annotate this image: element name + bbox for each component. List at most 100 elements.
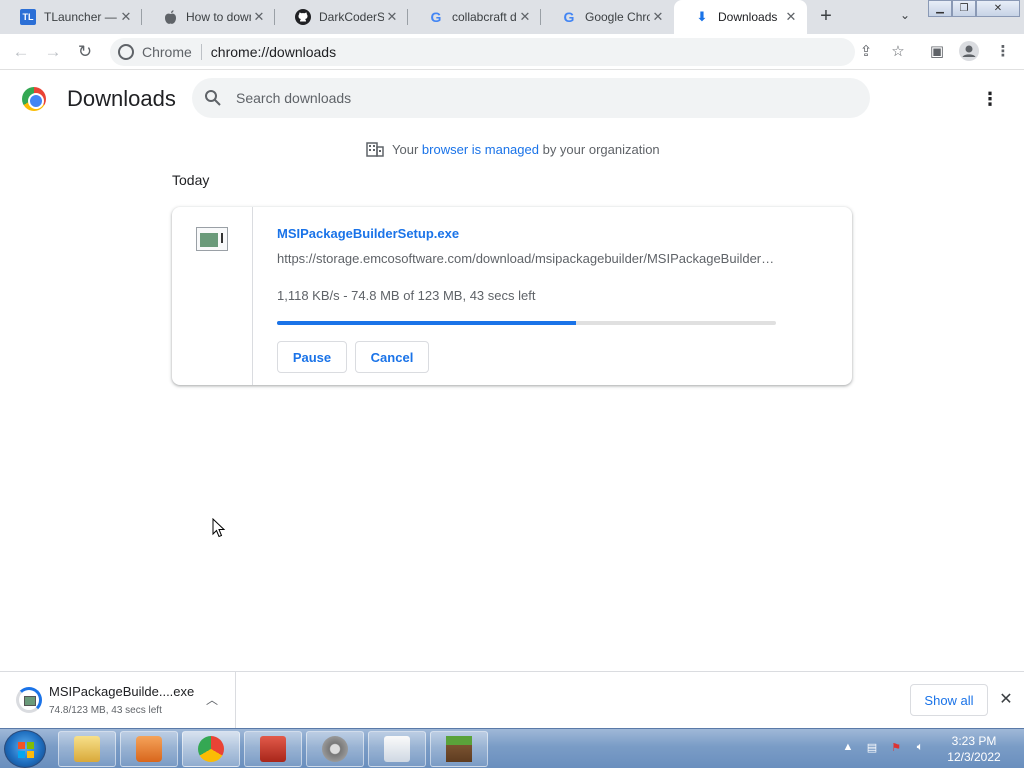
file-icon-column <box>172 207 253 385</box>
close-icon[interactable]: ✕ <box>118 9 134 25</box>
tab-title: Downloads <box>718 10 778 24</box>
exe-file-icon <box>196 227 228 251</box>
shelf-status: 74.8/123 MB, 43 secs left <box>49 705 162 716</box>
system-clock[interactable]: 3:23 PM 12/3/2022 <box>940 733 1008 765</box>
taskbar-java[interactable] <box>368 731 426 767</box>
close-icon[interactable]: ✕ <box>251 9 267 25</box>
taskbar-file-explorer[interactable] <box>58 731 116 767</box>
browser-toolbar: ← → ↻ Chrome chrome://downloads ⇪ ☆ ▣ ⋮ <box>0 34 1024 70</box>
tab-title: TLauncher — Minecraft <box>44 10 118 24</box>
forward-arrow-icon[interactable]: → <box>42 41 64 63</box>
shelf-filename: MSIPackageBuilde....exe <box>49 684 195 699</box>
chrome-menu-icon[interactable]: ⋮ <box>992 41 1014 63</box>
close-icon[interactable]: ✕ <box>650 9 666 25</box>
search-box[interactable] <box>192 78 870 118</box>
download-icon: ⬇ <box>696 9 708 24</box>
tab-title: DarkCoderSc <box>319 10 384 24</box>
tab-collabcraft[interactable]: G collabcraft download ✕ <box>408 0 541 34</box>
clock-date: 12/3/2022 <box>947 750 1001 764</box>
window-close-button[interactable]: ✕ <box>976 0 1020 17</box>
tab-how-to-download[interactable]: How to download MSI Package Builder ✕ <box>142 0 275 34</box>
back-arrow-icon[interactable]: ← <box>10 41 32 63</box>
side-panel-icon[interactable]: ▣ <box>926 41 948 63</box>
taskbar-minecraft[interactable] <box>430 731 488 767</box>
tab-google-chrome[interactable]: G Google Chrome ✕ <box>541 0 674 34</box>
close-icon[interactable]: ✕ <box>384 9 400 25</box>
cancel-button[interactable]: Cancel <box>355 341 429 373</box>
bookmark-star-icon[interactable]: ☆ <box>887 41 909 63</box>
taskbar-chrome[interactable] <box>182 731 240 767</box>
more-actions-icon[interactable]: ⋮ <box>980 88 1000 110</box>
tlauncher-icon: TL <box>20 9 36 25</box>
window-controls: ▁ ❐ ✕ <box>928 0 1020 18</box>
tab-strip: TL TLauncher — Minecraft ✕ How to downlo… <box>0 0 1024 34</box>
download-item-card: MSIPackageBuilderSetup.exe https://stora… <box>172 207 852 385</box>
windows-taskbar: ▲ ▤ ⚑ 🔈︎ 3:23 PM 12/3/2022 <box>0 728 1024 768</box>
minecraft-icon <box>446 736 472 762</box>
close-shelf-icon[interactable]: ✕ <box>996 689 1016 709</box>
search-icon[interactable] <box>204 89 222 107</box>
managed-notice: Your browser is managed by your organiza… <box>366 140 660 158</box>
java-icon <box>384 736 410 762</box>
chevron-up-icon[interactable]: ︿ <box>203 691 221 709</box>
tab-title: Google Chrome <box>585 10 650 24</box>
taskbar-settings[interactable] <box>306 731 364 767</box>
search-input[interactable] <box>236 88 836 108</box>
reload-icon[interactable]: ↻ <box>74 41 96 63</box>
tab-search-icon[interactable]: ⌄ <box>895 8 915 26</box>
download-progress-bar <box>277 321 776 325</box>
progress-fill <box>277 321 577 325</box>
windows-flag-icon <box>18 742 34 758</box>
url-text[interactable]: chrome://downloads <box>202 44 336 60</box>
github-icon <box>295 9 311 25</box>
close-icon[interactable]: ✕ <box>517 9 533 25</box>
start-button[interactable] <box>4 730 46 768</box>
profile-avatar-icon[interactable] <box>958 41 980 63</box>
network-icon[interactable]: ▤ <box>864 741 880 757</box>
tab-downloads[interactable]: ⬇ Downloads ✕ <box>674 0 807 34</box>
mouse-cursor-icon <box>212 518 226 538</box>
chrome-site-icon[interactable] <box>118 44 134 60</box>
google-icon: G <box>430 9 442 25</box>
address-bar[interactable]: Chrome chrome://downloads <box>110 38 855 66</box>
tab-tlauncher[interactable]: TL TLauncher — Minecraft ✕ <box>0 0 142 34</box>
download-status: 1,118 KB/s - 74.8 MB of 123 MB, 43 secs … <box>277 288 536 303</box>
show-all-button[interactable]: Show all <box>910 684 988 716</box>
managed-suffix: by your organization <box>542 141 660 157</box>
download-progress-ring-icon <box>16 687 42 713</box>
volume-icon[interactable]: 🔈︎ <box>912 741 928 757</box>
managed-link[interactable]: browser is managed <box>422 142 539 157</box>
clock-time: 3:23 PM <box>951 734 997 748</box>
tab-title: How to download MSI Package Builder <box>186 10 251 24</box>
building-icon <box>366 142 384 157</box>
page-title: Downloads <box>67 86 176 111</box>
taskbar-toolbox[interactable] <box>244 731 302 767</box>
pause-button[interactable]: Pause <box>277 341 347 373</box>
toolbox-icon <box>260 736 286 762</box>
downloads-header: Downloads ⋮ <box>0 71 1024 127</box>
tab-title: collabcraft download <box>452 10 517 24</box>
taskbar-media-player[interactable] <box>120 731 178 767</box>
download-shelf: MSIPackageBuilde....exe 74.8/123 MB, 43 … <box>0 671 1024 728</box>
download-source-url[interactable]: https://storage.emcosoftware.com/downloa… <box>277 251 777 266</box>
download-filename-link[interactable]: MSIPackageBuilderSetup.exe <box>277 226 459 241</box>
google-icon: G <box>563 9 575 25</box>
share-icon[interactable]: ⇪ <box>855 41 877 63</box>
action-center-icon[interactable]: ⚑ <box>888 741 904 757</box>
shelf-download-item[interactable]: MSIPackageBuilde....exe 74.8/123 MB, 43 … <box>0 672 236 728</box>
media-player-icon <box>136 736 162 762</box>
minimize-button[interactable]: ▁ <box>928 0 952 17</box>
chrome-icon <box>198 736 224 762</box>
tab-darkcodersc[interactable]: DarkCoderSc ✕ <box>275 0 408 34</box>
system-tray: ▲ ▤ ⚑ 🔈︎ <box>840 729 936 768</box>
tray-expand-icon[interactable]: ▲ <box>840 741 856 757</box>
restore-button[interactable]: ❐ <box>952 0 976 17</box>
chrome-logo-icon <box>22 87 46 111</box>
date-section-heading: Today <box>172 172 210 188</box>
managed-prefix: Your <box>392 141 419 157</box>
close-icon[interactable]: ✕ <box>783 9 799 25</box>
new-tab-button[interactable]: + <box>815 6 837 28</box>
site-chip: Chrome <box>142 44 202 60</box>
settings-gear-icon <box>322 736 348 762</box>
file-explorer-icon <box>74 736 100 762</box>
